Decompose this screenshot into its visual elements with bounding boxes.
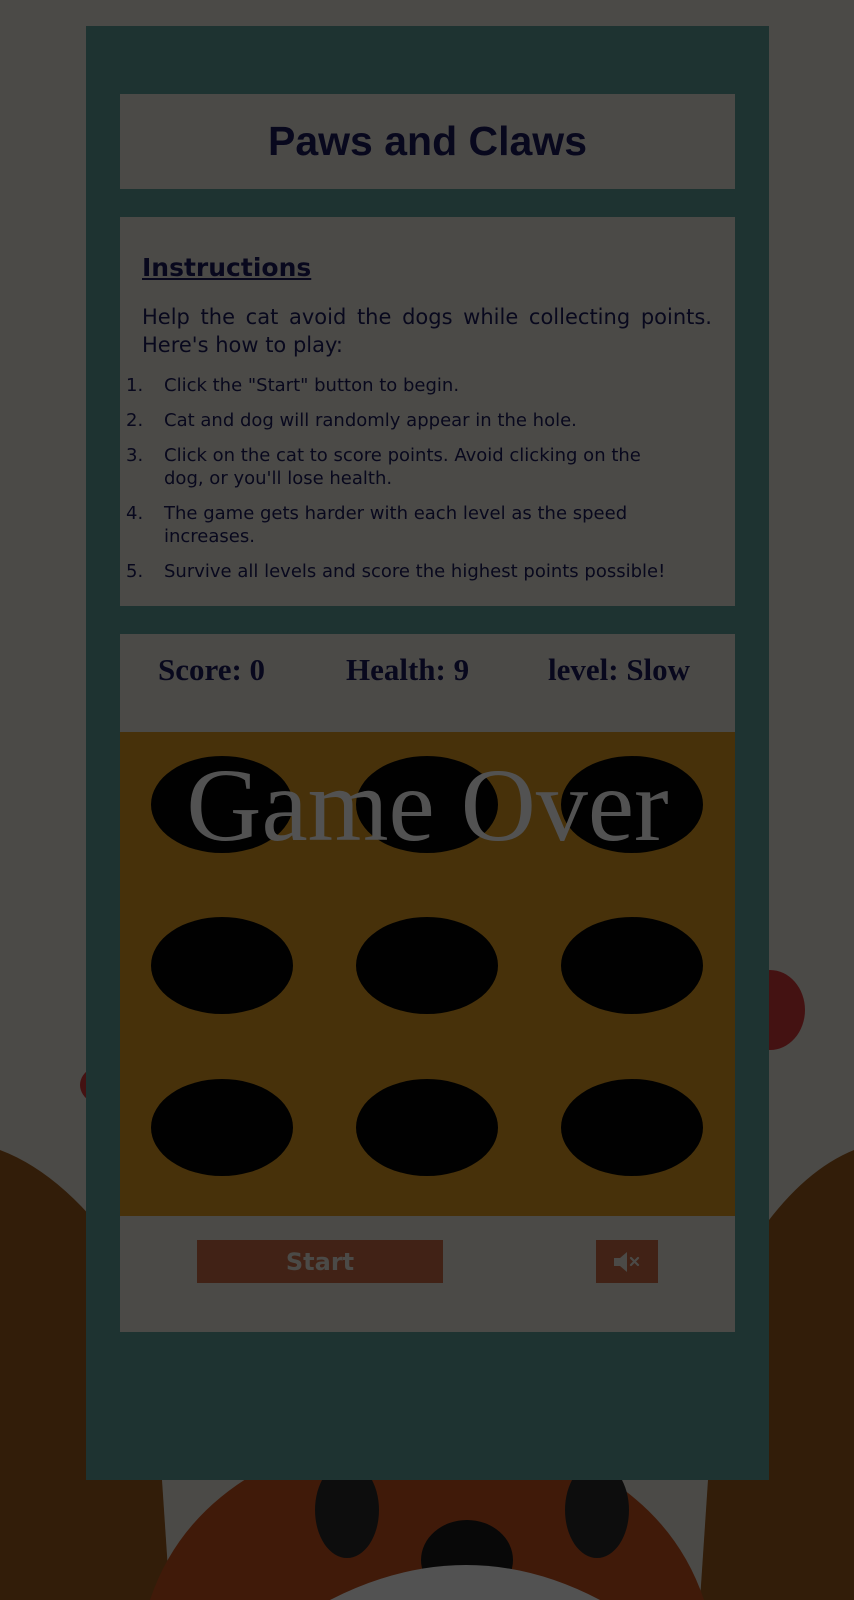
instructions-intro-line-2: Here's how to play: [142, 333, 343, 357]
step-text: Cat and dog will randomly appear in the … [164, 410, 577, 431]
controls-bar: Start [120, 1216, 735, 1332]
instruction-step: 5. Survive all levels and score the highe… [126, 560, 666, 583]
instructions-heading: Instructions [142, 253, 312, 282]
hole-4[interactable] [151, 917, 293, 1014]
game-over-text: Game Over [186, 748, 669, 863]
instructions-card: Instructions Help the cat avoid the dogs… [120, 217, 735, 606]
hole-8[interactable] [356, 1079, 498, 1176]
start-button[interactable]: Start [197, 1240, 443, 1283]
hole-9[interactable] [561, 1079, 703, 1176]
step-number: 5. [126, 561, 144, 582]
step-number: 1. [126, 375, 144, 396]
hole-6[interactable] [561, 917, 703, 1014]
instruction-step: 2. Cat and dog will randomly appear in th… [126, 409, 666, 432]
instructions-intro-line-1: Help the cat avoid the dogs while collec… [142, 305, 712, 329]
step-text: The game gets harder with each level as … [164, 503, 628, 547]
step-number: 2. [126, 410, 144, 431]
step-text: Click on the cat to score points. Avoid … [164, 445, 641, 489]
step-number: 4. [126, 503, 144, 524]
page-title: Paws and Claws [267, 118, 587, 164]
speaker-muted-icon [614, 1251, 640, 1272]
title-card: Paws and Claws [120, 94, 735, 189]
level-display: level: Slow [548, 652, 691, 687]
instructions-intro: Help the cat avoid the dogs while collec… [142, 303, 712, 359]
score-display: Score: 0 [158, 652, 266, 687]
instructions-steps: 1. Click the "Start" button to begin. 2. C… [126, 374, 666, 595]
instruction-step: 1. Click the "Start" button to begin. [126, 374, 666, 397]
stats-bar: Score: 0 Health: 9 level: Slow [120, 634, 735, 732]
step-text: Survive all levels and score the highest… [164, 561, 666, 582]
instruction-step: 3. Click on the cat to score points. Avoi… [126, 444, 666, 490]
health-display: Health: 9 [346, 652, 470, 687]
mute-button[interactable] [596, 1240, 658, 1283]
hole-5[interactable] [356, 917, 498, 1014]
step-number: 3. [126, 445, 144, 466]
step-text: Click the "Start" button to begin. [164, 375, 460, 396]
game-board: Game Over [120, 732, 735, 1216]
instruction-step: 4. The game gets harder with each level a… [126, 502, 666, 548]
hole-7[interactable] [151, 1079, 293, 1176]
